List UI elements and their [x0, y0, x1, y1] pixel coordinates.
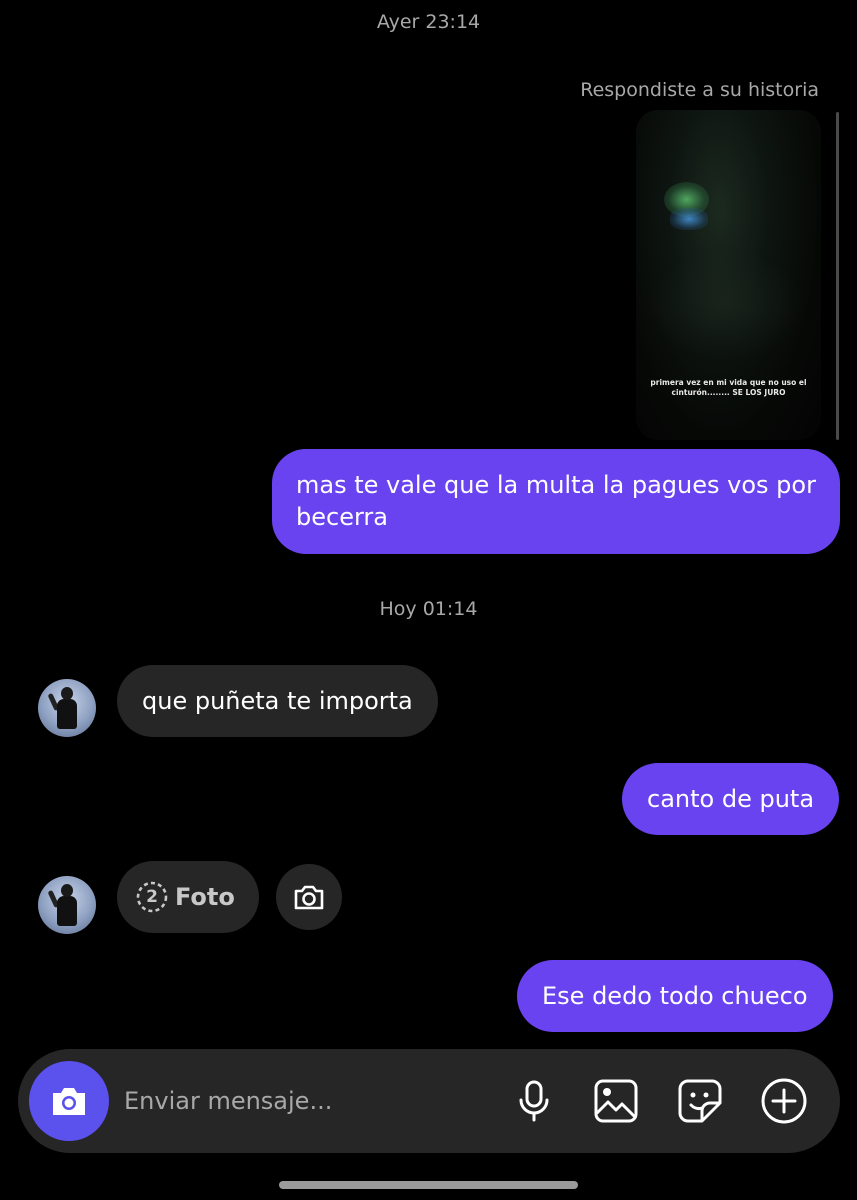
message-bubble-received[interactable]: que puñeta te importa: [117, 665, 438, 737]
avatar[interactable]: [38, 679, 96, 737]
story-shadow: [646, 250, 806, 360]
camera-icon: [53, 1088, 85, 1115]
sticker-button[interactable]: [676, 1077, 724, 1125]
view-once-photo-message[interactable]: 2 Foto: [117, 861, 259, 933]
sticker-icon: [678, 1079, 722, 1123]
gallery-button[interactable]: [592, 1077, 640, 1125]
message-bubble-sent[interactable]: canto de puta: [622, 763, 840, 835]
timestamp-today: Hoy 01:14: [379, 598, 478, 620]
story-caption: primera vez en mi vida que no uso el cin…: [650, 378, 807, 397]
message-bubble-sent[interactable]: mas te vale que la multa la pagues vos p…: [272, 449, 840, 554]
story-preview[interactable]: primera vez en mi vida que no uso el cin…: [636, 110, 821, 440]
view-once-icon: 2: [135, 880, 169, 914]
story-reply-label: Respondiste a su historia: [580, 79, 819, 101]
message-composer: [18, 1049, 840, 1153]
home-indicator[interactable]: [279, 1181, 578, 1189]
message-input[interactable]: [124, 1079, 484, 1123]
plus-circle-icon: [761, 1078, 807, 1124]
view-count: 2: [146, 887, 158, 907]
chat-screen: Ayer 23:14 Respondiste a su historia pri…: [0, 0, 857, 1200]
more-options-button[interactable]: [760, 1077, 808, 1125]
voice-message-button[interactable]: [510, 1077, 558, 1125]
photo-label: Foto: [175, 883, 235, 911]
scrollbar[interactable]: [836, 112, 839, 440]
image-icon: [594, 1079, 638, 1123]
camera-icon: [294, 885, 324, 910]
message-bubble-sent[interactable]: Ese dedo todo chueco: [517, 960, 833, 1032]
story-light-blue: [670, 208, 708, 230]
composer-camera-button[interactable]: [29, 1061, 109, 1141]
reply-camera-button[interactable]: [276, 864, 342, 930]
avatar[interactable]: [38, 876, 96, 934]
microphone-icon: [519, 1080, 549, 1122]
timestamp-yesterday: Ayer 23:14: [376, 11, 481, 33]
